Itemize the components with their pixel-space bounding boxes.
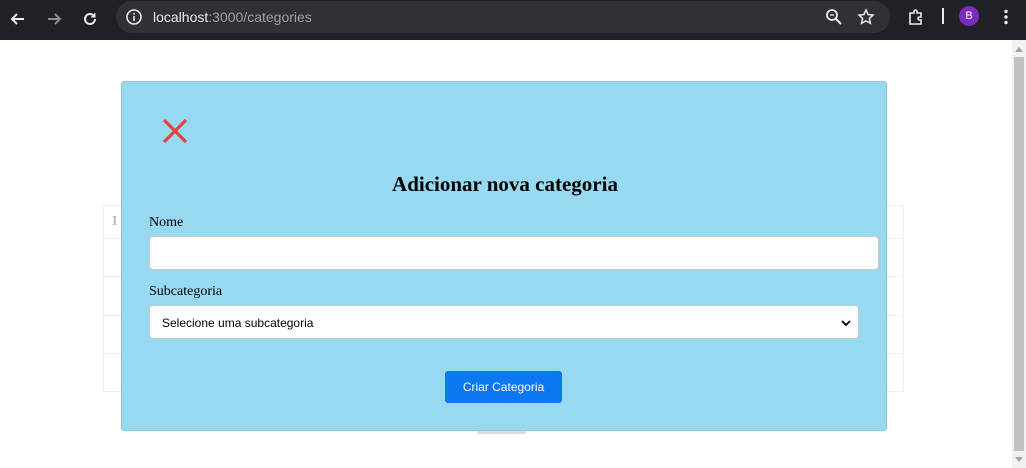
reload-icon: [84, 12, 96, 25]
close-icon: [162, 118, 188, 144]
scroll-thumb[interactable]: [1014, 57, 1024, 451]
extensions-icon[interactable]: [904, 5, 928, 29]
url-path: :3000/categories: [208, 9, 312, 25]
zoom-icon[interactable]: [822, 5, 846, 29]
site-info-icon[interactable]: [122, 5, 146, 29]
forward-button[interactable]: [40, 5, 68, 33]
reload-button[interactable]: [76, 5, 104, 33]
chevron-down-icon: [841, 320, 851, 327]
scroll-down-arrow-icon: [1015, 456, 1023, 462]
bookmark-star-icon[interactable]: [854, 5, 878, 29]
more-menu-icon[interactable]: [994, 5, 1018, 29]
subcategory-selected-value: Selecione uma subcategoria: [162, 316, 314, 330]
add-category-modal: Adicionar nova categoria Nome Subcategor…: [121, 81, 887, 431]
scroll-down-button[interactable]: [1012, 451, 1026, 468]
address-bar[interactable]: localhost:3000/categories: [116, 1, 890, 33]
profile-avatar[interactable]: B: [959, 6, 979, 26]
scroll-up-button[interactable]: [1012, 40, 1026, 57]
table-header-fragment: I: [112, 214, 118, 229]
name-input[interactable]: [149, 236, 879, 270]
arrow-right-icon: [48, 13, 62, 25]
modal-title: Adicionar nova categoria: [392, 172, 618, 196]
back-button[interactable]: [4, 5, 32, 33]
name-label: Nome: [149, 215, 184, 230]
url-host: localhost: [153, 9, 209, 25]
arrow-left-icon: [10, 13, 24, 25]
subcategory-label: Subcategoria: [149, 284, 223, 299]
close-button[interactable]: [160, 116, 190, 146]
url-text[interactable]: localhost:3000/categories: [153, 9, 312, 25]
create-category-button[interactable]: Criar Categoria: [445, 371, 562, 403]
subcategory-select[interactable]: Selecione uma subcategoria: [149, 305, 859, 339]
toolbar-divider: [942, 8, 944, 24]
page-scrollbar[interactable]: [1012, 40, 1026, 468]
scroll-up-arrow-icon: [1015, 46, 1023, 52]
browser-toolbar: localhost:3000/categories B: [0, 0, 1026, 40]
